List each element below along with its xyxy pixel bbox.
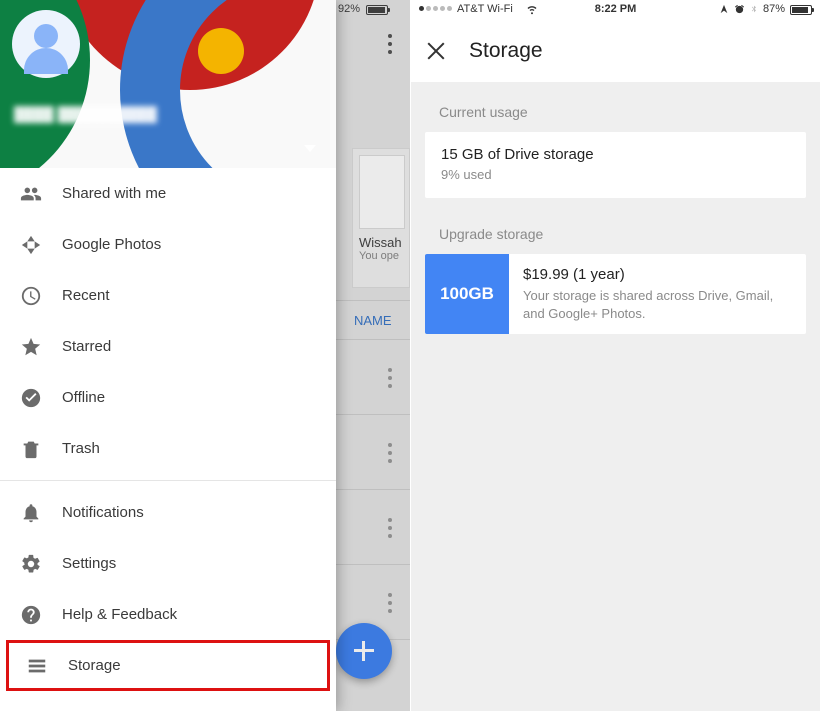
upgrade-text: $19.99 (1 year) Your storage is shared a… [509,254,806,334]
bell-icon [20,502,62,524]
sidebar-item-label: Google Photos [62,236,161,253]
sidebar-item-label: Storage [68,657,121,674]
trash-icon [20,438,62,460]
upgrade-size-badge: 100GB [425,254,509,334]
sidebar-item-photos[interactable]: Google Photos [0,219,336,270]
star-icon [20,336,62,358]
drawer-menu: Shared with me Google Photos Recent Star… [0,168,336,711]
drawer-header[interactable]: ████ ██████████ [0,0,336,168]
sidebar-item-trash[interactable]: Trash [0,423,336,474]
sidebar-item-label: Recent [62,287,110,304]
sidebar-item-label: Starred [62,338,111,355]
close-icon[interactable] [425,40,447,62]
sidebar-item-label: Shared with me [62,185,166,202]
battery-icon [790,5,812,15]
sidebar-item-storage[interactable]: Storage [6,640,330,691]
sidebar-item-shared[interactable]: Shared with me [0,168,336,219]
storage-body: Current usage 15 GB of Drive storage 9% … [411,82,820,711]
right-statusbar: AT&T Wi-Fi 8:22 PM 87% [411,0,820,20]
sidebar-item-recent[interactable]: Recent [0,270,336,321]
status-right-icons: 87% [719,3,812,15]
storage-appbar: Storage [411,20,820,82]
clock-icon [20,285,62,307]
sidebar-item-label: Help & Feedback [62,606,177,623]
sidebar-item-notifications[interactable]: Notifications [0,487,336,538]
help-icon [20,604,62,626]
location-icon [719,4,729,14]
sidebar-item-offline[interactable]: Offline [0,372,336,423]
current-usage-label: Current usage [425,104,806,120]
sidebar-item-label: Offline [62,389,105,406]
upgrade-card[interactable]: 100GB $19.99 (1 year) Your storage is sh… [425,254,806,334]
sidebar-item-help[interactable]: Help & Feedback [0,589,336,640]
people-icon [20,183,62,205]
account-caret-icon[interactable] [304,145,316,152]
alarm-icon [734,4,745,15]
menu-separator [0,480,336,481]
upgrade-description: Your storage is shared across Drive, Gma… [523,287,792,322]
gear-icon [20,553,62,575]
sidebar-item-starred[interactable]: Starred [0,321,336,372]
usage-percent: 9% used [441,167,790,182]
right-screenshot: AT&T Wi-Fi 8:22 PM 87% Storage Current u… [410,0,820,711]
sidebar-item-label: Settings [62,555,116,572]
battery-percent: 87% [763,3,785,15]
avatar[interactable] [12,10,80,78]
offline-pin-icon [20,387,62,409]
usage-card[interactable]: 15 GB of Drive storage 9% used [425,132,806,198]
storage-icon [26,655,68,677]
sidebar-item-settings[interactable]: Settings [0,538,336,589]
account-name: ████ ██████████ [14,106,157,122]
upgrade-price: $19.99 (1 year) [523,266,792,283]
sidebar-item-label: Trash [62,440,100,457]
page-title: Storage [469,39,543,63]
photos-icon [20,234,62,256]
upgrade-storage-label: Upgrade storage [425,226,806,242]
brand-shape [120,0,336,168]
usage-total: 15 GB of Drive storage [441,146,790,163]
left-screenshot: 92% Wissah You ope NAME [0,0,410,711]
navigation-drawer: ████ ██████████ Shared with me Google Ph… [0,0,336,711]
sidebar-item-label: Notifications [62,504,144,521]
bluetooth-icon [750,3,758,15]
